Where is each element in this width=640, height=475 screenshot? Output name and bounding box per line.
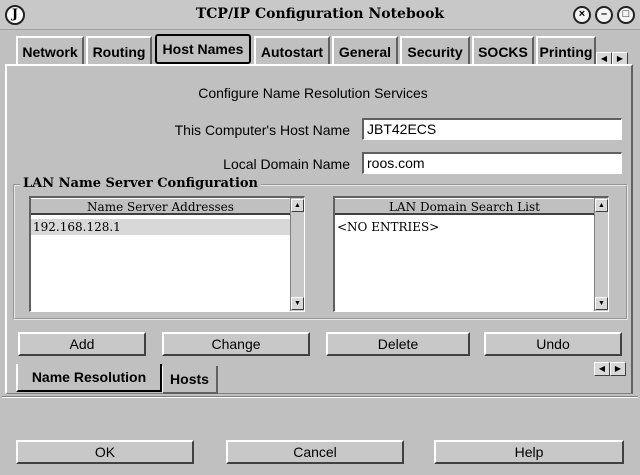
- delete-button[interactable]: Delete: [326, 332, 470, 356]
- scroll-down-icon[interactable]: ▼: [291, 297, 304, 310]
- list-item[interactable]: 192.168.128.1: [31, 219, 290, 235]
- scroll-up-icon[interactable]: ▲: [595, 199, 608, 212]
- ok-button[interactable]: OK: [16, 440, 194, 464]
- name-server-scrollbar[interactable]: [290, 198, 304, 311]
- help-button[interactable]: Help: [434, 440, 624, 464]
- name-server-listbox[interactable]: Name Server Addresses 192.168.128.1 ▲ ▼: [29, 196, 305, 312]
- host-name-label: This Computer's Host Name: [174, 122, 350, 138]
- domain-search-scrollbar[interactable]: [594, 198, 608, 311]
- minimize-icon[interactable]: –: [595, 6, 613, 24]
- tab-host-names-label: Host Names: [162, 41, 244, 57]
- close-icon[interactable]: ×: [573, 6, 591, 24]
- scroll-up-icon[interactable]: ▲: [291, 199, 304, 212]
- undo-button[interactable]: Undo: [484, 332, 622, 356]
- maximize-icon[interactable]: □: [617, 6, 635, 24]
- tab-socks[interactable]: SOCKS: [472, 36, 534, 64]
- tab-security[interactable]: Security: [400, 36, 470, 64]
- domain-name-label: Local Domain Name: [223, 156, 350, 172]
- tab-hosts[interactable]: Hosts: [162, 366, 218, 394]
- host-name-field[interactable]: JBT42ECS: [362, 118, 622, 140]
- tab-autostart[interactable]: Autostart: [254, 36, 330, 64]
- domain-search-header[interactable]: LAN Domain Search List: [335, 198, 594, 215]
- tab-routing[interactable]: Routing: [86, 36, 152, 64]
- scroll-down-icon[interactable]: ▼: [595, 297, 608, 310]
- tab-name-resolution[interactable]: Name Resolution: [16, 364, 162, 392]
- cancel-button[interactable]: Cancel: [226, 440, 404, 464]
- add-button[interactable]: Add: [18, 332, 146, 356]
- tab-printing[interactable]: Printing: [536, 36, 596, 64]
- group-title: LAN Name Server Configuration: [20, 176, 262, 191]
- tab-host-names[interactable]: Host Names: [155, 34, 251, 64]
- domain-search-listbox[interactable]: LAN Domain Search List <NO ENTRIES> ▲ ▼: [333, 196, 609, 312]
- domain-name-field[interactable]: roos.com: [362, 152, 622, 174]
- page-heading: Configure Name Resolution Services: [198, 85, 428, 101]
- window-title: TCP/IP Configuration Notebook: [195, 6, 445, 22]
- bottom-tab-scroll-right-icon[interactable]: ▶: [610, 362, 626, 376]
- footer-divider: [2, 396, 638, 398]
- tab-general[interactable]: General: [332, 36, 398, 64]
- app-icon[interactable]: J: [5, 5, 25, 25]
- name-server-header[interactable]: Name Server Addresses: [31, 198, 290, 215]
- change-button[interactable]: Change: [162, 332, 310, 356]
- list-item[interactable]: <NO ENTRIES>: [335, 219, 594, 235]
- bottom-tab-scroll-left-icon[interactable]: ◀: [594, 362, 610, 376]
- tab-network[interactable]: Network: [16, 36, 84, 64]
